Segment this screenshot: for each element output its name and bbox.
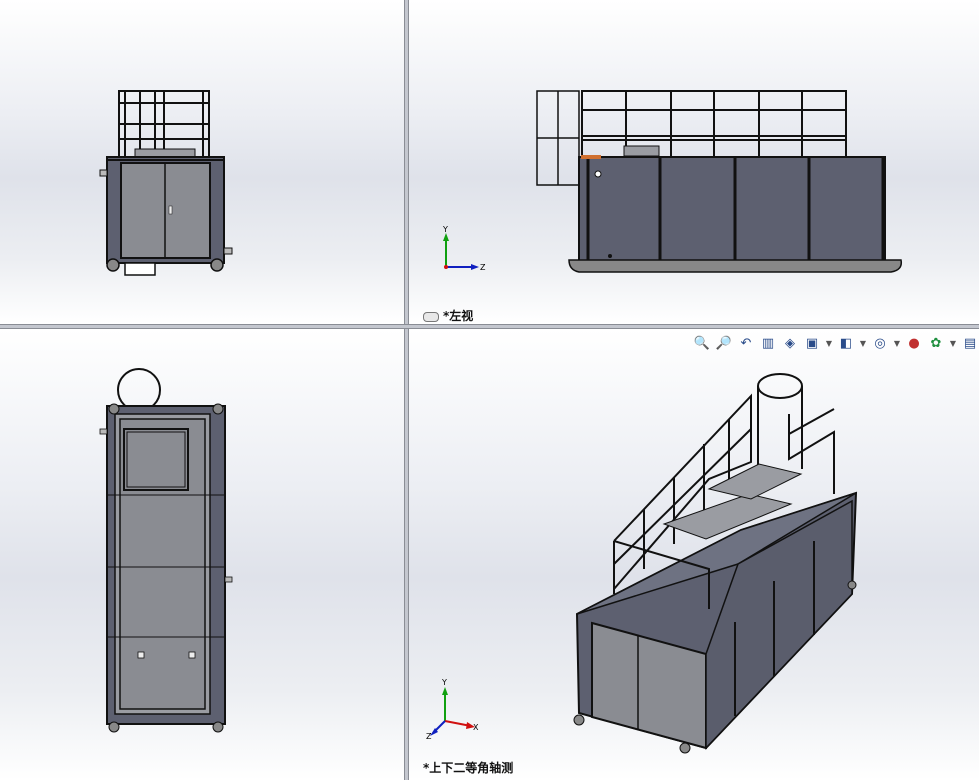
view-label-isometric: *上下二等角轴测: [423, 761, 514, 775]
axis-y-label: Y: [441, 678, 447, 687]
viewport-isometric[interactable]: 🔍 🔎 ↶ ▥ ◈ ▣ ▼ ◧ ▼ ◎ ▼ ● ✿ ▼ ▤ Y X Z *上下二…: [409, 329, 979, 780]
viewport-front[interactable]: [0, 0, 404, 324]
axis-z-label: Z: [480, 263, 486, 272]
view-label-left: *左视: [423, 307, 473, 324]
viewport-top-view[interactable]: [0, 329, 404, 780]
isometric-model: Y X Z: [426, 373, 858, 754]
axis-y-label: Y: [442, 225, 448, 234]
axis-z-label: Z: [426, 732, 432, 741]
axis-triad: Y Z: [442, 225, 486, 272]
front-view-model: [99, 90, 233, 276]
viewport-splitter-vertical[interactable]: [404, 0, 409, 780]
viewport-left-view[interactable]: Y Z *左视: [409, 0, 979, 324]
viewport-splitter-horizontal[interactable]: [0, 324, 979, 329]
axis-x-label: X: [473, 723, 479, 732]
left-view-model: Y Z: [442, 90, 903, 273]
link-views-icon[interactable]: [423, 311, 439, 322]
axis-triad: Y X Z: [426, 678, 479, 741]
top-view-model: [99, 368, 233, 733]
